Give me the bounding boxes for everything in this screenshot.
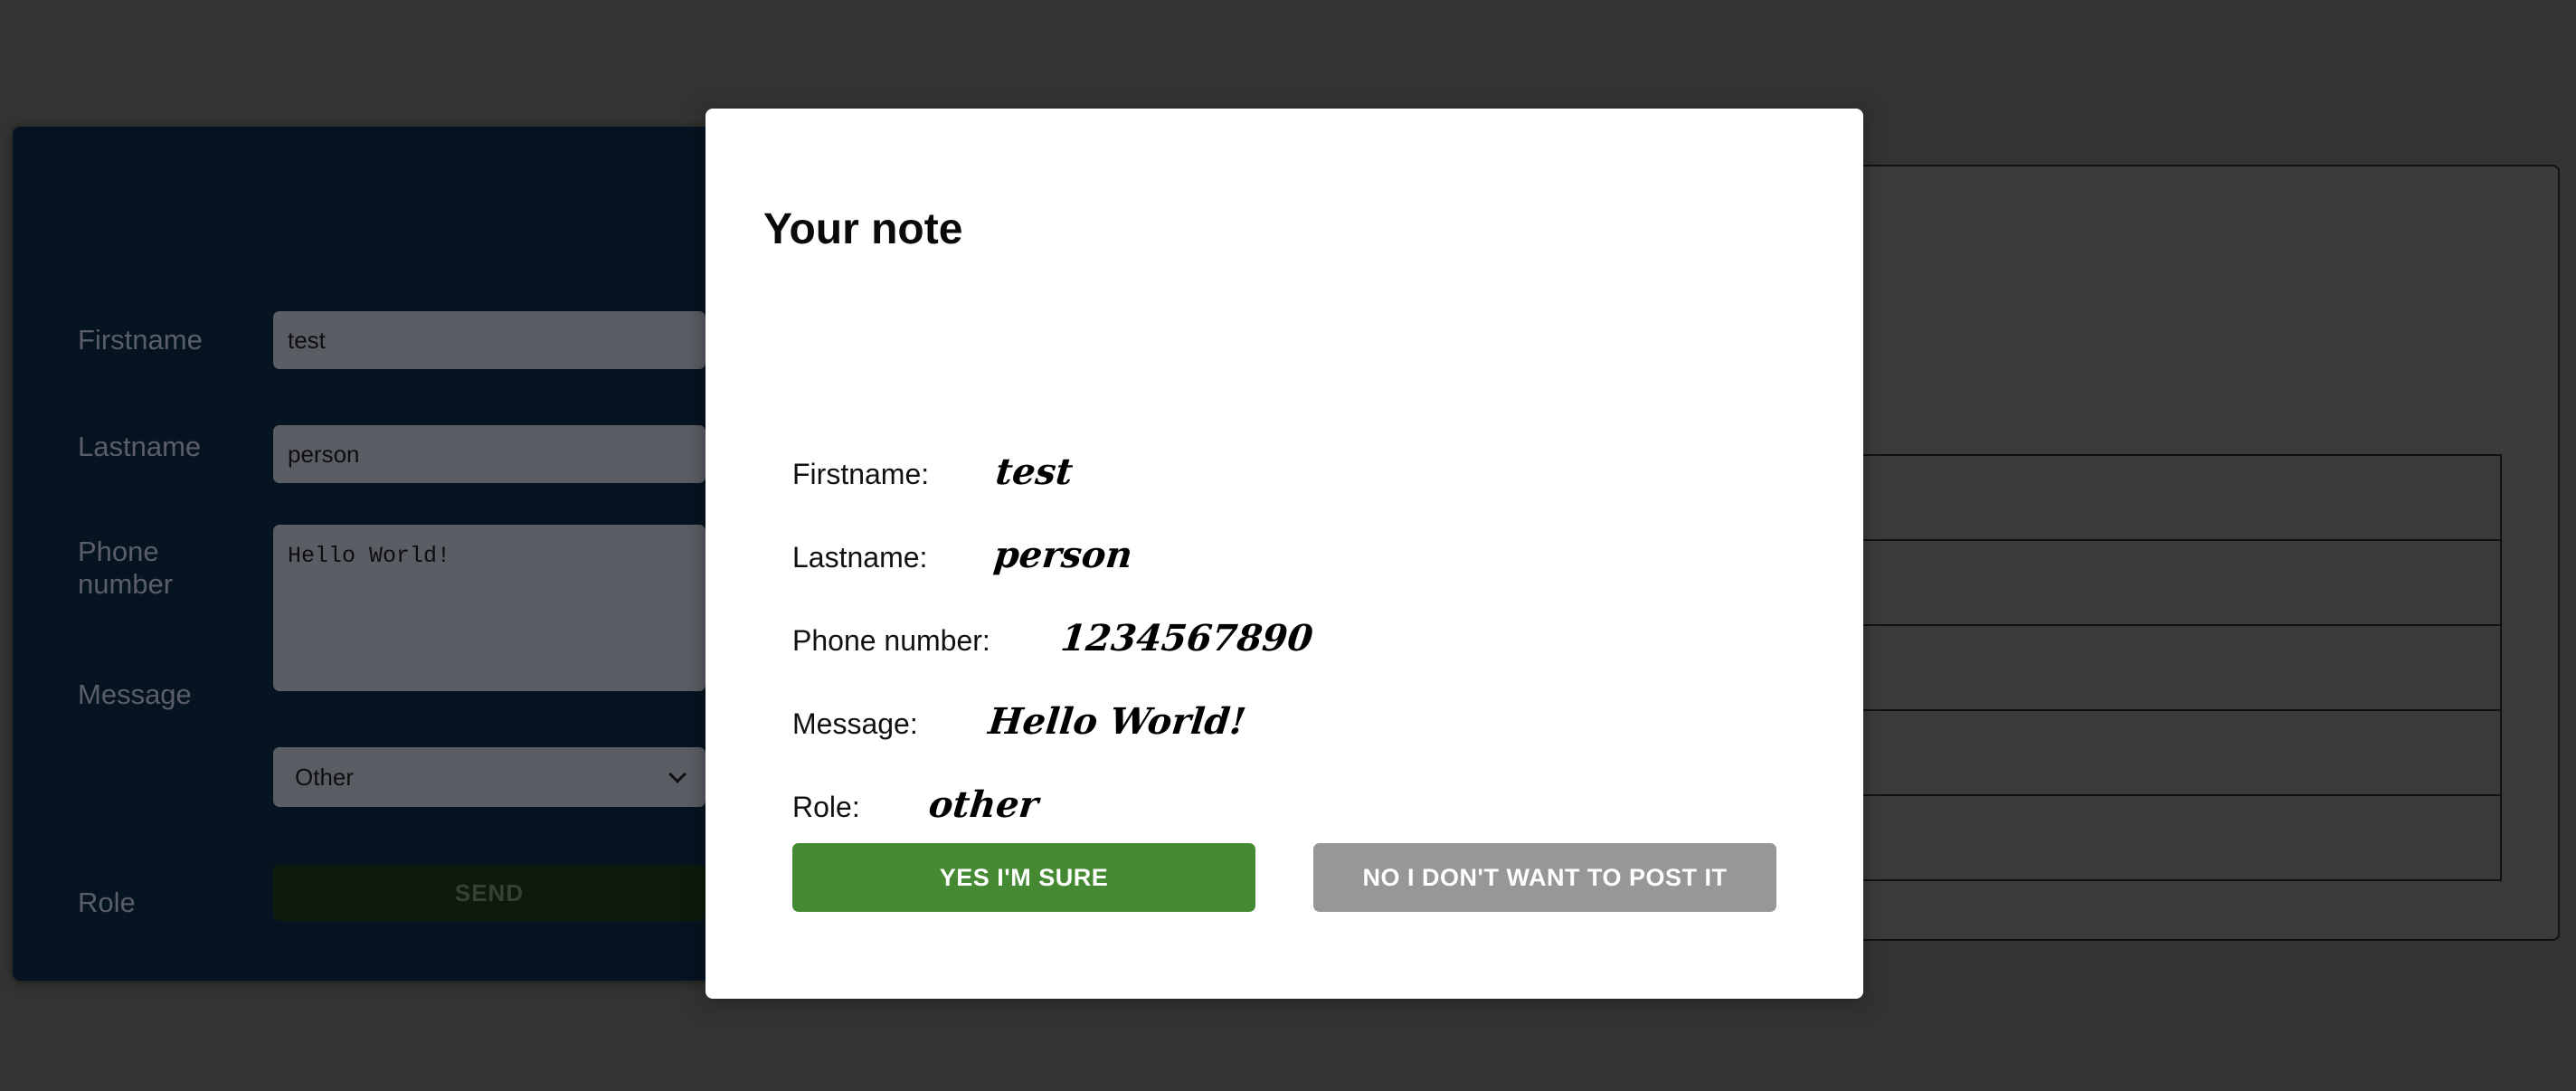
note-row-message: Message: Hello World! [792, 700, 1248, 743]
modal-title: Your note [763, 205, 963, 253]
note-value: person [991, 534, 1135, 576]
note-row-phone: Phone number: 1234567890 [792, 617, 1315, 659]
note-label: Lastname: [792, 541, 928, 574]
confirm-note-modal: Your note Firstname: test Lastname: pers… [706, 109, 1863, 999]
note-value: other [926, 783, 1040, 826]
note-row-firstname: Firstname: test [792, 451, 1075, 493]
confirm-post-button[interactable]: YES I'M SURE [792, 843, 1255, 912]
note-row-lastname: Lastname: person [792, 534, 1135, 576]
note-value: test [993, 451, 1075, 493]
note-row-role: Role: other [792, 783, 1040, 826]
note-label: Phone number: [792, 624, 990, 657]
cancel-post-button[interactable]: NO I DON'T WANT TO POST IT [1313, 843, 1776, 912]
note-value: 1234567890 [1058, 617, 1315, 659]
note-label: Message: [792, 707, 918, 740]
note-value: Hello World! [986, 700, 1248, 743]
note-label: Role: [792, 791, 860, 823]
note-label: Firstname: [792, 458, 930, 490]
